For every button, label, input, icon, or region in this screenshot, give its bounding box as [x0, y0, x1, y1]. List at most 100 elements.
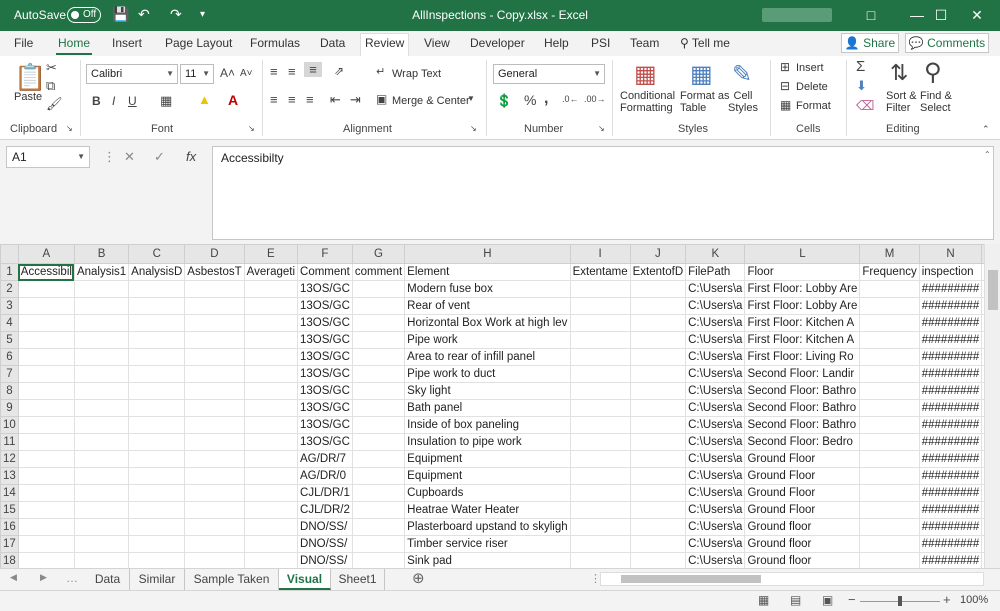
cell[interactable]	[569, 535, 631, 553]
cell[interactable]: Rear of vent	[404, 297, 571, 315]
column-header[interactable]: I	[569, 244, 631, 264]
cell[interactable]: First Floor: Kitchen A	[744, 314, 861, 332]
close-icon[interactable]: ✕	[954, 0, 1000, 31]
undo-icon[interactable]: ↶	[138, 6, 150, 23]
cell[interactable]	[629, 535, 687, 553]
more-sheets-icon[interactable]: …	[66, 571, 78, 585]
format-cells-icon[interactable]: ▦	[780, 98, 791, 112]
format-as-table-button[interactable]: Format as Table	[680, 90, 730, 114]
wrap-text-button[interactable]: Wrap Text	[392, 68, 441, 80]
cell[interactable]: Cupboards	[404, 484, 571, 502]
cell[interactable]: Accessibil	[17, 263, 75, 281]
scroll-right-icon[interactable]: ▶	[40, 572, 47, 583]
cell[interactable]	[859, 467, 920, 485]
row-header[interactable]: 3	[0, 297, 19, 315]
cell[interactable]: Ground Floor	[744, 484, 861, 502]
top-align-icon[interactable]: ≡	[270, 64, 278, 79]
cell[interactable]	[128, 433, 186, 451]
cell[interactable]	[73, 399, 130, 417]
cell[interactable]: C:\Users\a	[685, 501, 746, 519]
cell[interactable]	[184, 314, 245, 332]
cell[interactable]	[17, 399, 75, 417]
cell[interactable]: 13OS/GC	[297, 314, 353, 332]
insert-function-icon[interactable]: fx	[186, 149, 196, 164]
cell[interactable]: 13OS/GC	[297, 382, 353, 400]
cell[interactable]: C:\Users\a	[685, 280, 746, 298]
align-right-icon[interactable]: ≡	[306, 92, 314, 107]
tab-psi[interactable]: PSI	[591, 36, 610, 50]
row-header[interactable]: 1	[0, 263, 19, 281]
column-header[interactable]: H	[404, 244, 571, 264]
cell[interactable]	[128, 518, 186, 536]
autosave-toggle[interactable]: Off	[67, 7, 101, 23]
cell[interactable]: C:\Users\a	[685, 365, 746, 383]
cell[interactable]: #########	[918, 501, 983, 519]
wrap-text-icon[interactable]: ↵	[376, 65, 385, 78]
cell[interactable]: Second Floor: Bathro	[744, 399, 861, 417]
borders-icon[interactable]: ▦	[160, 93, 172, 109]
select-all-corner[interactable]	[0, 244, 19, 264]
cell[interactable]: First Floor: Lobby Are	[744, 280, 861, 298]
cell[interactable]	[859, 535, 920, 553]
cell[interactable]	[73, 280, 130, 298]
cell[interactable]	[128, 552, 186, 568]
sort-filter-icon[interactable]: ⇅	[890, 60, 908, 86]
cell[interactable]	[184, 416, 245, 434]
row-header[interactable]: 17	[0, 535, 19, 553]
cell[interactable]	[73, 535, 130, 553]
cell[interactable]: Ground Floor	[744, 450, 861, 468]
cell[interactable]: C:\Users\a	[685, 552, 746, 568]
cell[interactable]: CJL/DR/1	[297, 484, 353, 502]
cell[interactable]	[859, 501, 920, 519]
cell[interactable]	[73, 450, 130, 468]
cell[interactable]	[351, 467, 406, 485]
percent-icon[interactable]: %	[524, 92, 536, 108]
cell[interactable]	[17, 331, 75, 349]
cell[interactable]: Comment	[297, 263, 353, 281]
cell[interactable]: C:\Users\a	[685, 535, 746, 553]
cell[interactable]	[73, 365, 130, 383]
decrease-font-icon[interactable]: A˅	[240, 68, 253, 79]
cell[interactable]: #########	[918, 365, 983, 383]
bottom-align-icon[interactable]: ≡	[304, 62, 322, 77]
cell[interactable]	[73, 518, 130, 536]
cell[interactable]: comment	[351, 263, 406, 281]
cell[interactable]	[859, 297, 920, 315]
cell[interactable]: #########	[918, 280, 983, 298]
cell[interactable]	[17, 501, 75, 519]
row-header[interactable]: 14	[0, 484, 19, 502]
row-header[interactable]: 5	[0, 331, 19, 349]
row-header[interactable]: 9	[0, 399, 19, 417]
align-center-icon[interactable]: ≡	[288, 92, 296, 107]
expand-formula-bar-icon[interactable]: ⌃	[984, 150, 991, 159]
tab-page-layout[interactable]: Page Layout	[165, 36, 232, 50]
cell[interactable]: CJL/DR/2	[297, 501, 353, 519]
cell[interactable]	[243, 416, 299, 434]
cell[interactable]	[17, 416, 75, 434]
cell[interactable]: Plasterboard upstand to skyligh	[404, 518, 571, 536]
sheet-tab-sheet1[interactable]: Sheet1	[331, 569, 385, 590]
cell[interactable]	[629, 552, 687, 568]
cell[interactable]	[351, 331, 406, 349]
cell[interactable]: 13OS/GC	[297, 416, 353, 434]
cell[interactable]	[859, 382, 920, 400]
cell[interactable]: Second Floor: Bathro	[744, 382, 861, 400]
cell[interactable]	[243, 331, 299, 349]
column-header[interactable]: F	[297, 244, 353, 264]
cell[interactable]: Equipment	[404, 450, 571, 468]
cell[interactable]: C:\Users\a	[685, 518, 746, 536]
cell[interactable]	[243, 552, 299, 568]
column-header[interactable]: L	[744, 244, 861, 264]
tell-me-search[interactable]: ⚲ Tell me	[680, 36, 730, 50]
cell[interactable]: Sky light	[404, 382, 571, 400]
cell[interactable]	[629, 518, 687, 536]
row-header[interactable]: 11	[0, 433, 19, 451]
cell[interactable]: C:\Users\a	[685, 399, 746, 417]
cell[interactable]: #########	[918, 518, 983, 536]
column-header[interactable]: C	[128, 244, 186, 264]
merge-dropdown-icon[interactable]: ▼	[467, 94, 475, 103]
cell[interactable]: Timber service riser	[404, 535, 571, 553]
merge-center-button[interactable]: Merge & Center	[392, 95, 470, 107]
cell[interactable]: DNO/SS/	[297, 518, 353, 536]
cell[interactable]	[184, 552, 245, 568]
